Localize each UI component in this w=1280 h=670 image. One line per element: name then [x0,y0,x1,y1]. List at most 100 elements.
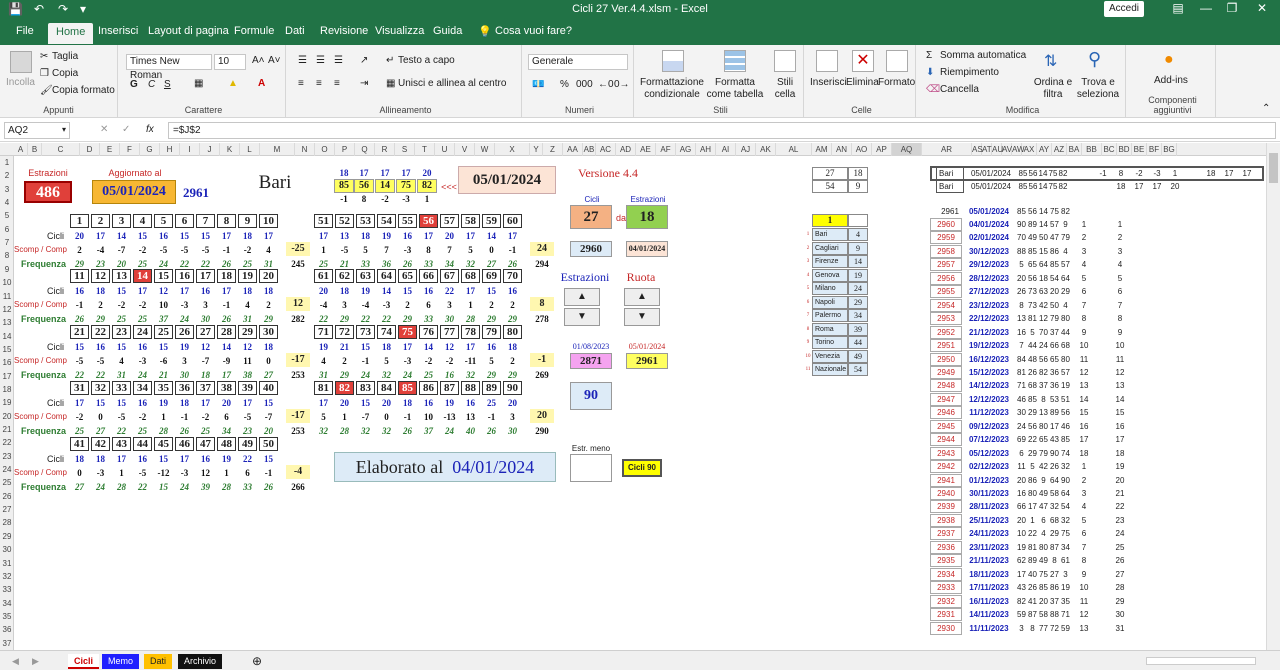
number-cell[interactable]: 43 [112,437,131,451]
row-header[interactable]: 27 [0,503,14,516]
column-header[interactable]: BA [1067,143,1082,156]
ruota-name-cell[interactable]: Cagliari [812,241,848,255]
delete-cells-button[interactable]: Elimina [846,77,879,88]
number-cell[interactable]: 27 [196,325,215,339]
sheet-tab-archivio[interactable]: Archivio [178,654,223,669]
draw-id[interactable]: 2952 [930,325,962,339]
draw-id[interactable]: 2959 [930,231,962,245]
brush-icon[interactable]: 🖌 [40,85,53,96]
column-header[interactable]: B [28,143,42,156]
draw-id[interactable]: 2947 [930,392,962,406]
font-color-icon[interactable]: A [258,78,265,89]
row-header[interactable]: 23 [0,450,14,463]
minimize-icon[interactable]: — [1196,1,1216,15]
column-header[interactable]: BD [1117,143,1132,156]
column-header[interactable]: BF [1147,143,1162,156]
paste-icon[interactable] [10,51,32,73]
ruota-name-cell[interactable]: Firenze [812,255,848,268]
draw-id[interactable]: 2930 [930,621,962,635]
number-cell[interactable]: 17 [196,269,215,283]
number-cell[interactable]: 34 [133,381,152,395]
number-cell[interactable]: 5 [154,214,173,228]
number-cell[interactable]: 13 [112,269,131,283]
column-header[interactable]: N [295,143,315,156]
number-cell[interactable]: 90 [503,381,522,395]
row-header[interactable]: 17 [0,370,14,383]
row-header[interactable]: 34 [0,597,14,610]
number-cell[interactable]: 42 [91,437,110,451]
format-cells-button[interactable]: Formato [878,77,915,88]
number-cell[interactable]: 23 [112,325,131,339]
number-cell[interactable]: 15 [154,269,173,283]
number-cell[interactable]: 16 [175,269,194,283]
number-cell[interactable]: 62 [335,269,354,283]
column-header[interactable]: E [100,143,120,156]
ruota-up-button[interactable]: ▲ [624,288,660,306]
ribbon-display-icon[interactable]: ▤ [1168,1,1188,15]
column-header[interactable]: H [160,143,180,156]
number-cell[interactable]: 88 [461,381,480,395]
row-header[interactable]: 31 [0,557,14,570]
merge-center-button[interactable]: Unisci e allinea al centro [398,78,506,89]
copy-icon[interactable]: ❐ [40,68,49,79]
copy-button[interactable]: Copia [52,68,78,79]
number-cell[interactable]: 63 [356,269,375,283]
align-bottom-icon[interactable]: ☰ [334,55,343,66]
number-cell[interactable]: 81 [314,381,333,395]
row-header[interactable]: 24 [0,463,14,476]
number-format-select[interactable]: Generale [528,54,628,70]
draw-id[interactable]: 2948 [930,379,962,393]
number-cell[interactable]: 66 [419,269,438,283]
column-header[interactable]: AM [812,143,832,156]
column-header[interactable]: M [260,143,295,156]
insert-function-icon[interactable]: fx [146,124,154,135]
number-cell[interactable]: 6 [175,214,194,228]
column-header[interactable]: Z [543,143,563,156]
number-cell[interactable]: 85 [398,381,417,395]
ruota-name-cell[interactable]: Napoli [812,295,848,309]
tab-help[interactable]: Guida [433,25,462,37]
column-header[interactable]: AX [1022,143,1037,156]
ruota-name-cell[interactable]: Milano [812,282,848,295]
number-cell[interactable]: 3 [112,214,131,228]
number-cell[interactable]: 12 [91,269,110,283]
orientation-icon[interactable]: ↗ [360,55,368,66]
column-header[interactable]: AE [636,143,656,156]
number-cell[interactable]: 20 [259,269,278,283]
number-cell[interactable]: 18 [217,269,236,283]
row-header[interactable]: 15 [0,343,14,356]
number-cell[interactable]: 40 [259,381,278,395]
draw-id[interactable]: 2957 [930,258,962,272]
row-header[interactable]: 3 [0,183,14,196]
row-header[interactable]: 22 [0,436,14,449]
number-cell[interactable]: 35 [154,381,173,395]
column-header[interactable]: AZ [1052,143,1067,156]
column-header[interactable]: R [375,143,395,156]
column-header[interactable]: AP [872,143,892,156]
cell-styles-icon[interactable] [774,50,796,72]
number-cell[interactable]: 82 [335,381,354,395]
underline-button[interactable]: S [164,79,171,90]
autosum-button[interactable]: Somma automatica [940,50,1026,61]
addins-icon[interactable]: ● [1164,51,1174,69]
bold-button[interactable]: G [130,79,138,90]
column-header[interactable]: AV [1002,143,1012,156]
row-header[interactable]: 32 [0,570,14,583]
number-cell[interactable]: 46 [175,437,194,451]
number-cell[interactable]: 76 [419,325,438,339]
tab-home[interactable]: Home [48,23,94,44]
insert-cells-icon[interactable] [816,50,838,72]
estr-meno-input[interactable] [570,454,612,482]
row-header[interactable]: 26 [0,490,14,503]
number-cell[interactable]: 29 [238,325,257,339]
number-cell[interactable]: 21 [70,325,89,339]
align-center-icon[interactable]: ≡ [316,78,322,89]
column-header[interactable]: AC [596,143,616,156]
column-header[interactable]: AQ [892,143,922,156]
percent-icon[interactable]: % [560,79,569,90]
number-cell[interactable]: 65 [398,269,417,283]
number-cell[interactable]: 26 [175,325,194,339]
row-header[interactable]: 16 [0,356,14,369]
row-header[interactable]: 5 [0,209,14,222]
row-header[interactable]: 20 [0,410,14,423]
